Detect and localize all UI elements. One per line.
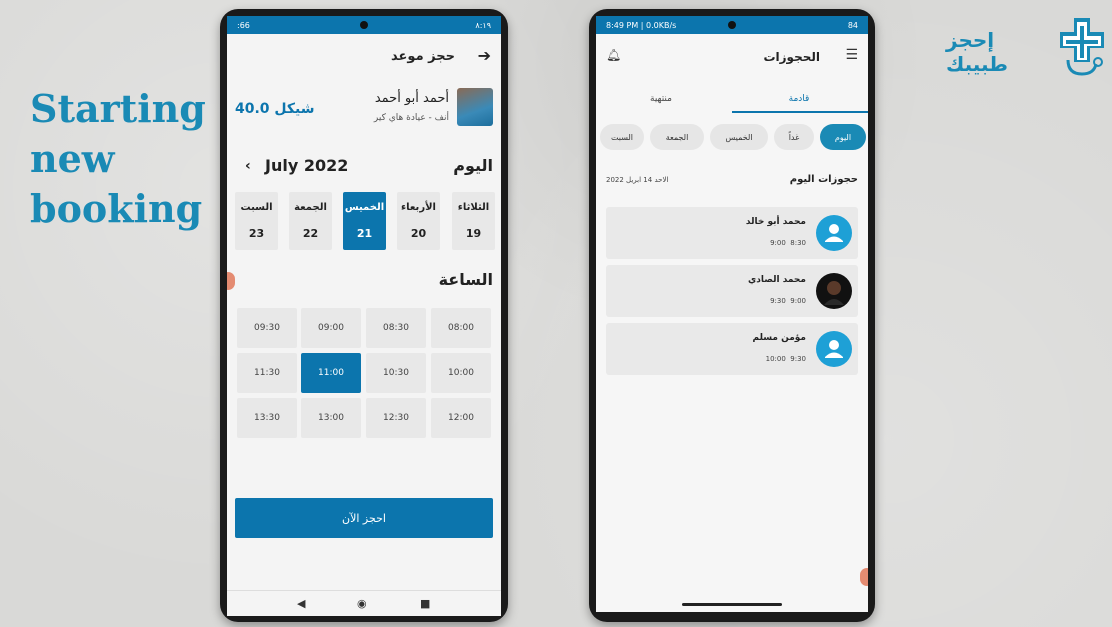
section-title: حجوزات اليوم bbox=[789, 174, 858, 185]
booking-card[interactable]: مؤمن مسلم 10:00 9:30 bbox=[606, 323, 858, 375]
day-date: 20 bbox=[410, 227, 427, 240]
user-avatar-icon bbox=[816, 331, 852, 367]
day-tuesday[interactable]: الثلاثاء 19 bbox=[452, 192, 495, 250]
phone-bookings-list: 8:49 PM | 0.0KB/s 84 الحجوزات ☰ 🔔︎ منتهي… bbox=[589, 9, 875, 622]
system-nav-bar: ◀ ◉ ■ bbox=[227, 590, 501, 616]
chip-thursday[interactable]: الخميس bbox=[710, 124, 768, 150]
tab-indicator bbox=[732, 111, 868, 113]
status-left: :66 bbox=[237, 20, 250, 30]
month-label: July 2022 bbox=[265, 156, 349, 175]
status-right: 84 bbox=[847, 20, 858, 30]
camera-icon bbox=[360, 21, 368, 29]
day-date: 23 bbox=[248, 227, 265, 240]
booking-card[interactable]: محمد أبو خالد 9:00 8:30 bbox=[606, 207, 858, 259]
time-slot[interactable]: 09:30 bbox=[237, 308, 297, 348]
day-thursday[interactable]: الخميس 21 bbox=[343, 192, 386, 250]
overlay-touch-indicator bbox=[860, 568, 868, 586]
time-slot[interactable]: 08:30 bbox=[366, 308, 426, 348]
nav-back-icon[interactable]: ◀ bbox=[297, 597, 305, 610]
brand-logo-block: إحجز طبيبك bbox=[946, 16, 1106, 80]
date-label: الاحد 14 ابريل 2022 bbox=[606, 176, 669, 184]
doctor-subtitle: أنف - عيادة هاي كير bbox=[373, 113, 449, 123]
day-name: الخميس bbox=[344, 202, 385, 213]
time-slot[interactable]: 13:00 bbox=[301, 398, 361, 438]
time-slot[interactable]: 08:00 bbox=[431, 308, 491, 348]
patient-name: مؤمن مسلم bbox=[752, 333, 806, 343]
book-now-button[interactable]: احجز الآن bbox=[235, 498, 493, 538]
phone-booking: :66 ٨:١٩ حجز موعد ➔ 40.0 شيكل أحمد أبو أ… bbox=[220, 9, 508, 622]
day-name: الجمعة bbox=[294, 202, 327, 213]
time-slot[interactable]: 13:30 bbox=[237, 398, 297, 438]
booking-time: 9:30 9:00 bbox=[770, 297, 806, 305]
nav-home-icon[interactable]: ◉ bbox=[357, 597, 367, 610]
time-slot[interactable]: 12:30 bbox=[366, 398, 426, 438]
day-saturday[interactable]: السبت 23 bbox=[235, 192, 278, 250]
user-avatar-icon bbox=[816, 215, 852, 251]
time-slot[interactable]: 12:00 bbox=[431, 398, 491, 438]
bookings-screen: 8:49 PM | 0.0KB/s 84 الحجوزات ☰ 🔔︎ منتهي… bbox=[596, 16, 868, 612]
day-date: 19 bbox=[465, 227, 482, 240]
patient-name: محمد أبو خالد bbox=[745, 217, 806, 227]
promo-line-2: new bbox=[30, 136, 115, 181]
booking-time: 9:00 8:30 bbox=[770, 239, 806, 247]
day-date: 22 bbox=[302, 227, 319, 240]
time-slot[interactable]: 09:00 bbox=[301, 308, 361, 348]
promo-line-3: booking bbox=[30, 186, 203, 231]
status-right: ٨:١٩ bbox=[475, 20, 491, 30]
doctor-avatar bbox=[457, 88, 493, 126]
chip-tomorrow[interactable]: غداً bbox=[774, 124, 814, 150]
day-wednesday[interactable]: الأربعاء 20 bbox=[397, 192, 440, 250]
booking-time: 10:00 9:30 bbox=[765, 355, 806, 363]
hour-label: الساعة bbox=[438, 270, 493, 289]
doctor-name: أحمد أبو أحمد bbox=[374, 91, 449, 106]
tab-upcoming[interactable]: قادمة bbox=[734, 94, 864, 104]
medical-cross-stethoscope-icon bbox=[1060, 18, 1104, 76]
promo-line-1: Starting bbox=[30, 86, 206, 131]
back-arrow-icon[interactable]: ➔ bbox=[478, 46, 491, 65]
price-label: 40.0 شيكل bbox=[235, 101, 315, 117]
page-title: الحجوزات bbox=[763, 50, 820, 64]
menu-icon[interactable]: ☰ bbox=[845, 47, 858, 63]
overlay-touch-indicator bbox=[227, 272, 235, 290]
patient-photo-avatar bbox=[816, 273, 852, 309]
day-name: الثلاثاء bbox=[457, 202, 490, 213]
patient-name: محمد الصادي bbox=[747, 275, 806, 285]
bell-icon[interactable]: 🔔︎ bbox=[606, 48, 621, 62]
chip-friday[interactable]: الجمعة bbox=[650, 124, 704, 150]
time-slot[interactable]: 11:30 bbox=[237, 353, 297, 393]
time-slot[interactable]: 10:00 bbox=[431, 353, 491, 393]
day-name: الأربعاء bbox=[401, 202, 436, 213]
home-indicator[interactable] bbox=[682, 603, 782, 606]
page-title: حجز موعد bbox=[391, 49, 455, 64]
chip-saturday[interactable]: السبت bbox=[600, 124, 644, 150]
booking-screen: :66 ٨:١٩ حجز موعد ➔ 40.0 شيكل أحمد أبو أ… bbox=[227, 16, 501, 616]
promo-heading: Starting new booking bbox=[30, 84, 210, 234]
nav-recents-icon[interactable]: ■ bbox=[420, 597, 430, 610]
time-slot[interactable]: 10:30 bbox=[366, 353, 426, 393]
chevron-left-icon[interactable]: ‹ bbox=[245, 158, 251, 174]
today-label: اليوم bbox=[453, 156, 493, 175]
chip-today[interactable]: اليوم bbox=[820, 124, 866, 150]
day-friday[interactable]: الجمعة 22 bbox=[289, 192, 332, 250]
brand-name: إحجز طبيبك bbox=[946, 28, 1008, 76]
status-left: 8:49 PM | 0.0KB/s bbox=[606, 20, 677, 30]
day-name: السبت bbox=[240, 202, 273, 213]
booking-card[interactable]: محمد الصادي 9:30 9:00 bbox=[606, 265, 858, 317]
tab-finished[interactable]: منتهية bbox=[596, 94, 726, 104]
day-date: 21 bbox=[356, 227, 373, 240]
time-slot-selected[interactable]: 11:00 bbox=[301, 353, 361, 393]
camera-icon bbox=[728, 21, 736, 29]
